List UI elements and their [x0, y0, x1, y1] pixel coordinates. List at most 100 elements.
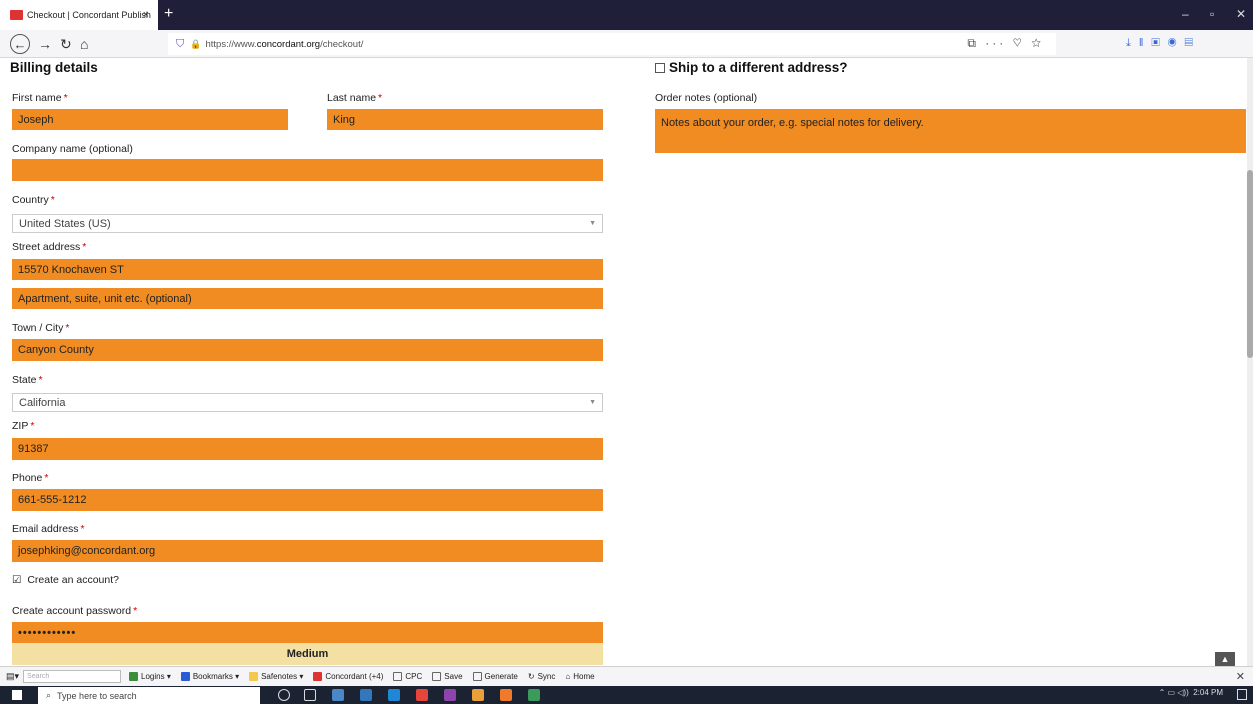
- bookmark-generate[interactable]: Generate: [472, 672, 518, 681]
- navigation-bar: ← → ↻ ⌂ ⛉ 🔒 https://www. concordant.org/c…: [0, 30, 1253, 58]
- street-address-input[interactable]: 15570 Knochaven ST: [12, 259, 603, 280]
- lock-icon: [129, 672, 139, 681]
- tab-title: Checkout | Concordant Publish: [27, 10, 151, 20]
- system-tray[interactable]: ⌃ ▭ ◁)) 2:04 PM: [1159, 688, 1223, 697]
- page-actions-icons[interactable]: ⧉ ··· ♡ ☆: [967, 36, 1044, 51]
- bookmark-safenotes[interactable]: Safenotes ▾: [249, 672, 303, 681]
- scrollbar-thumb[interactable]: [1247, 170, 1253, 358]
- save-icon: [432, 672, 442, 681]
- email-label: Email address *: [12, 523, 85, 535]
- first-name-label: First name *: [12, 92, 68, 104]
- new-tab-button[interactable]: +: [164, 5, 173, 23]
- country-label: Country *: [12, 194, 55, 206]
- bookmark-home[interactable]: ⌂ Home: [565, 672, 594, 681]
- back-arrow-icon[interactable]: ←: [10, 34, 30, 54]
- app-icon[interactable]: [416, 689, 428, 701]
- url-prefix: https://www.: [205, 38, 257, 50]
- last-name-label: Last name *: [327, 92, 383, 104]
- close-window-icon[interactable]: ✕: [1236, 7, 1246, 21]
- file-explorer-icon[interactable]: [332, 689, 344, 701]
- company-name-input[interactable]: [12, 159, 603, 181]
- windows-start-icon[interactable]: [12, 690, 22, 700]
- app-icon[interactable]: [528, 689, 540, 701]
- company-name-label: Company name (optional): [12, 143, 133, 155]
- password-strength-indicator: Medium: [12, 643, 603, 665]
- windows-taskbar: ⌕ Type here to search ⌃ ▭ ◁)) 2:04 PM: [0, 686, 1253, 704]
- street-address-line2-input[interactable]: Apartment, suite, unit etc. (optional): [12, 288, 603, 309]
- billing-details-heading: Billing details: [10, 60, 98, 75]
- book-icon: [313, 672, 323, 681]
- checkbox-checked-icon[interactable]: ☑: [12, 574, 21, 586]
- chrome-icon[interactable]: [472, 689, 484, 701]
- bookmark-cpc[interactable]: CPC: [393, 672, 422, 681]
- scroll-to-top-button[interactable]: ▲: [1215, 652, 1235, 666]
- last-name-input[interactable]: King: [327, 109, 603, 130]
- url-domain: concordant.org: [256, 38, 321, 50]
- first-name-input[interactable]: Joseph: [12, 109, 288, 130]
- toolbar-icons[interactable]: ⤓‖▣◉▤: [1126, 37, 1201, 50]
- edge-icon[interactable]: [360, 689, 372, 701]
- create-account-checkbox[interactable]: ☑ Create an account?: [12, 574, 119, 586]
- country-select[interactable]: United States (US) ▼: [12, 214, 603, 233]
- town-city-label: Town / City *: [12, 322, 70, 334]
- cortana-icon[interactable]: [278, 689, 290, 701]
- country-selected-value: United States (US): [19, 217, 111, 230]
- bookmark-save[interactable]: Save: [432, 672, 463, 681]
- browser-tab-bar: Checkout | Concordant Publish × + – ▫ ✕: [0, 0, 1253, 30]
- tab-close-icon[interactable]: ×: [143, 9, 149, 21]
- town-city-input[interactable]: Canyon County: [12, 339, 603, 361]
- state-selected-value: California: [19, 396, 66, 409]
- bookmark-logins[interactable]: Logins ▾: [129, 672, 171, 681]
- internet-explorer-icon[interactable]: [388, 689, 400, 701]
- checkout-page: Billing details First name * Joseph Last …: [0, 58, 1253, 666]
- home-icon: ⌂: [565, 672, 571, 681]
- firefox-icon[interactable]: [500, 689, 512, 701]
- tracking-shield-icon[interactable]: ⛉: [176, 38, 184, 51]
- reload-icon[interactable]: ↻: [60, 34, 72, 54]
- notification-icon[interactable]: [1237, 689, 1247, 700]
- zip-label: ZIP *: [12, 420, 35, 432]
- email-input[interactable]: josephking@concordant.org: [12, 540, 603, 562]
- forward-arrow-icon[interactable]: →: [38, 34, 52, 54]
- phone-input[interactable]: 661-555-1212: [12, 489, 603, 511]
- tab-checkout[interactable]: Checkout | Concordant Publish ×: [0, 0, 158, 30]
- search-icon: ⌕: [46, 690, 52, 700]
- create-account-label: Create an account?: [27, 574, 119, 586]
- note-icon: [249, 672, 259, 681]
- bookmark-bookmarks[interactable]: Bookmarks ▾: [180, 672, 239, 681]
- site-favicon-icon: [10, 10, 23, 20]
- order-notes-textarea[interactable]: Notes about your order, e.g. special not…: [655, 109, 1246, 153]
- chevron-down-icon: ▼: [589, 220, 596, 227]
- zip-input[interactable]: 91387: [12, 438, 603, 460]
- lock-icon[interactable]: 🔒: [190, 39, 201, 50]
- ship-different-address-label: Ship to a different address?: [669, 60, 848, 75]
- password-label: Create account password *: [12, 605, 138, 617]
- order-notes-label: Order notes (optional): [655, 92, 758, 104]
- bookmark-search-input[interactable]: Search: [23, 670, 122, 683]
- page-scrollbar[interactable]: [1247, 58, 1253, 666]
- minimize-icon[interactable]: –: [1182, 7, 1189, 21]
- sidebar-toggle-icon[interactable]: ▤▾: [6, 671, 19, 682]
- bookmark-icon: [180, 672, 190, 681]
- taskbar-search-input[interactable]: ⌕ Type here to search: [38, 687, 260, 704]
- app-icon[interactable]: [444, 689, 456, 701]
- phone-label: Phone *: [12, 472, 49, 484]
- home-icon[interactable]: ⌂: [80, 34, 88, 54]
- restore-icon[interactable]: ▫: [1210, 7, 1214, 21]
- generate-icon: [472, 672, 482, 681]
- sync-icon: ↻: [527, 672, 535, 681]
- address-bar[interactable]: ⛉ 🔒 https://www. concordant.org/checkout/…: [168, 33, 1056, 55]
- bookmark-concordant[interactable]: Concordant (+4): [313, 672, 383, 681]
- clock-time: 2:04 PM: [1193, 688, 1223, 697]
- state-select[interactable]: California ▼: [12, 393, 603, 412]
- state-label: State *: [12, 374, 43, 386]
- password-input[interactable]: ••••••••••••: [12, 622, 603, 643]
- ship-different-address-checkbox[interactable]: Ship to a different address?: [655, 60, 848, 75]
- checkbox-unchecked-icon[interactable]: [655, 63, 665, 74]
- task-view-icon[interactable]: [304, 689, 316, 701]
- chevron-down-icon: ▼: [589, 399, 596, 406]
- bookmark-sync[interactable]: ↻ Sync: [528, 672, 556, 681]
- url-path: /checkout/: [320, 38, 364, 50]
- bookmarks-toolbar: ▤▾ Search Logins ▾ Bookmarks ▾ Safenotes…: [0, 666, 1253, 686]
- close-toolbar-icon[interactable]: ✕: [1236, 670, 1245, 683]
